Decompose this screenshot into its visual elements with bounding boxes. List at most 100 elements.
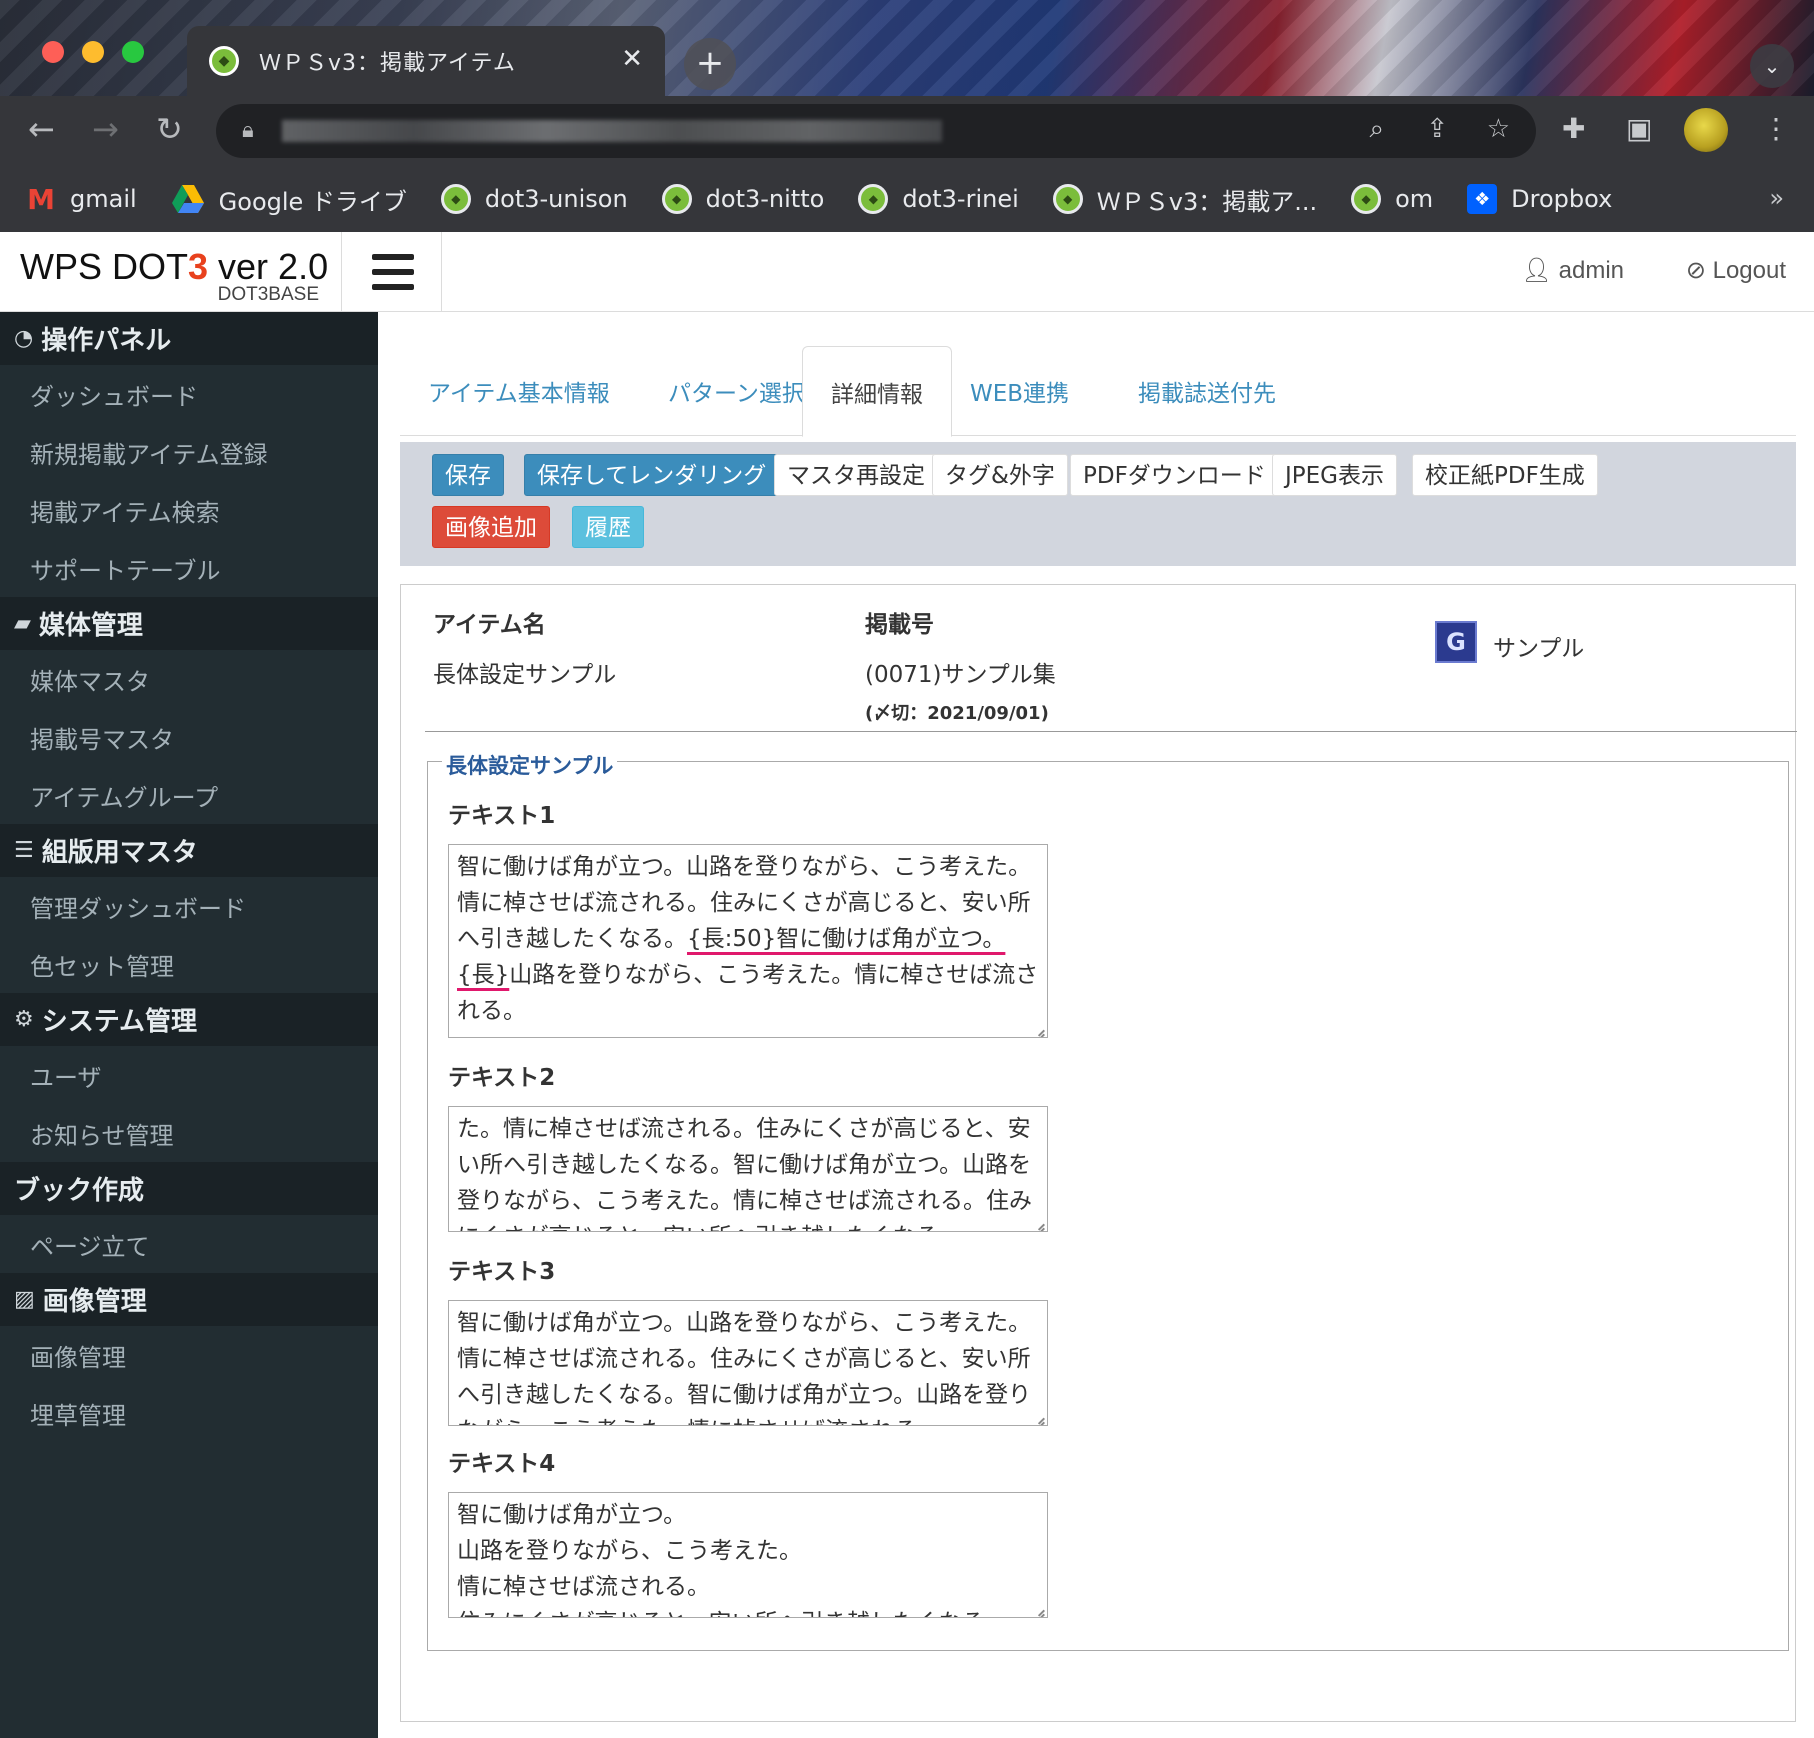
- brand-suffix: ver 2.0: [208, 246, 329, 287]
- action-toolbar: 保存 保存してレンダリング マスタ再設定 タグ&外字 PDFダウンロード JPE…: [400, 442, 1796, 566]
- tab-recipients[interactable]: 掲載誌送付先: [1110, 346, 1304, 436]
- pdf-download-button[interactable]: PDFダウンロード: [1070, 454, 1279, 496]
- sidebar-item-item-group[interactable]: アイテムグループ: [0, 766, 378, 824]
- bookmark-dropbox[interactable]: ❖ Dropbox: [1467, 184, 1612, 214]
- window-zoom-button[interactable]: [122, 41, 144, 63]
- browser-toolbar: ← → ↻ 🔒︎ ⌕ ⇪ ☆ ✚ ▣ ⋮: [0, 96, 1814, 166]
- text4-textarea[interactable]: 智に働けば角が立つ。 山路を登りながら、こう考えた。 情に棹させば流される。 住…: [448, 1492, 1048, 1618]
- reload-icon[interactable]: ↻: [156, 110, 183, 148]
- close-tab-icon[interactable]: ✕: [621, 44, 643, 74]
- brand-logo[interactable]: WPS DOT3 ver 2.0 DOT3BASE: [0, 232, 342, 312]
- bookmark-label: Dropbox: [1511, 185, 1613, 213]
- tab-item-basic-info[interactable]: アイテム基本情報: [400, 346, 638, 436]
- text1-textarea[interactable]: 智に働けば角が立つ。山路を登りながら、こう考えた。情に棹させば流される。住みにく…: [448, 844, 1048, 1038]
- bookmark-dot3-unison[interactable]: ◆ dot3-unison: [440, 184, 628, 214]
- window-minimize-button[interactable]: [82, 41, 104, 63]
- user-icon: 👤︎: [1521, 257, 1552, 284]
- jpeg-view-button[interactable]: JPEG表示: [1272, 454, 1398, 496]
- bookmark-label: dot3-rinei: [902, 185, 1019, 213]
- history-button[interactable]: 履歴: [572, 506, 644, 548]
- extensions-puzzle-icon[interactable]: ✚: [1562, 112, 1585, 145]
- new-tab-button[interactable]: +: [684, 38, 736, 90]
- bookmark-wps-v3[interactable]: ◆ ＷＰＳv3：掲載ア...: [1052, 182, 1318, 217]
- sidebar-item-filler-management[interactable]: 埋草管理: [0, 1384, 378, 1442]
- bookmark-label: om: [1395, 185, 1434, 213]
- search-icon[interactable]: ⌕: [1369, 114, 1384, 145]
- window-close-button[interactable]: [42, 41, 64, 63]
- detail-panel: アイテム名 長体設定サンプル 掲載号 (0071)サンプル集 (〆切：2021/…: [400, 584, 1797, 1722]
- sidebar-group-book: ブック作成: [0, 1162, 378, 1215]
- fieldset-legend: 長体設定サンプル: [442, 750, 618, 780]
- tab-web-link[interactable]: WEB連携: [942, 346, 1097, 436]
- more-bookmarks-chevron[interactable]: »: [1769, 184, 1784, 212]
- resize-grip-icon[interactable]: [1031, 1409, 1045, 1423]
- dot3-favicon-icon: ◆: [858, 184, 889, 214]
- bookmark-label: gmail: [70, 185, 137, 213]
- sidebar-item-notices[interactable]: お知らせ管理: [0, 1104, 378, 1162]
- forward-arrow-icon[interactable]: →: [92, 110, 119, 148]
- add-image-button[interactable]: 画像追加: [432, 506, 550, 548]
- browser-tab-active[interactable]: ◆ ＷＰＳv3：掲載アイテム ✕: [187, 26, 665, 96]
- item-name-label: アイテム名: [433, 612, 546, 638]
- bookmark-om[interactable]: ◆ om: [1351, 184, 1433, 214]
- sidebar-item-color-sets[interactable]: 色セット管理: [0, 935, 378, 993]
- bookmark-dot3-nitto[interactable]: ◆ dot3-nitto: [661, 184, 825, 214]
- bookmark-label: dot3-nitto: [705, 185, 825, 213]
- brand-prefix: WPS DOT: [20, 246, 188, 287]
- info-divider: [425, 731, 1797, 732]
- address-bar[interactable]: 🔒︎ ⌕ ⇪ ☆: [216, 104, 1536, 158]
- resize-grip-icon[interactable]: [1031, 1601, 1045, 1615]
- sidebar-item-image-management[interactable]: 画像管理: [0, 1326, 378, 1384]
- tab-search-chevron-icon[interactable]: ⌄: [1750, 44, 1794, 88]
- logout-link[interactable]: ⊘ Logout: [1686, 256, 1786, 285]
- dot3-favicon-icon: ◆: [209, 46, 239, 76]
- sidebar-group-title: 組版用マスタ: [41, 838, 198, 868]
- book-icon: ▰: [14, 611, 31, 636]
- sidebar-toggle-hamburger-icon[interactable]: [342, 232, 442, 312]
- sidebar-item-pagination[interactable]: ページ立て: [0, 1215, 378, 1273]
- sidebar-group-images: ▨ 画像管理: [0, 1273, 378, 1326]
- sidebar-item-admin-dashboard[interactable]: 管理ダッシュボード: [0, 877, 378, 935]
- proof-pdf-button[interactable]: 校正紙PDF生成: [1412, 454, 1598, 496]
- kebab-menu-icon[interactable]: ⋮: [1762, 112, 1790, 145]
- text3-value: 智に働けば角が立つ。山路を登りながら、こう考えた。情に棹させば流される。住みにく…: [457, 1310, 1032, 1425]
- sidebar-item-users[interactable]: ユーザ: [0, 1046, 378, 1104]
- database-icon: ☰: [14, 838, 34, 863]
- sidebar-item-issue-master[interactable]: 掲載号マスタ: [0, 708, 378, 766]
- group-badge: G: [1435, 621, 1477, 663]
- tags-gaiji-button[interactable]: タグ&外字: [932, 454, 1068, 496]
- image-icon: ▨: [14, 1287, 35, 1312]
- sidebar-group-operation-panel: ◔ 操作パネル: [0, 312, 378, 365]
- master-reset-button[interactable]: マスタ再設定: [774, 454, 938, 496]
- share-icon[interactable]: ⇪: [1426, 114, 1448, 144]
- resize-grip-icon[interactable]: [1031, 1215, 1045, 1229]
- cogs-icon: ⚙: [14, 1007, 34, 1032]
- back-arrow-icon[interactable]: ←: [28, 110, 55, 148]
- sidebar-item-support-table[interactable]: サポートテーブル: [0, 539, 378, 597]
- bookmark-dot3-rinei[interactable]: ◆ dot3-rinei: [858, 184, 1019, 214]
- side-panel-icon[interactable]: ▣: [1626, 112, 1652, 145]
- text2-textarea[interactable]: た。情に棹させば流される。住みにくさが高じると、安い所へ引き越したくなる。智に働…: [448, 1106, 1048, 1232]
- bookmark-google-drive[interactable]: Google ドライブ: [171, 182, 407, 217]
- bookmark-label: ＷＰＳv3：掲載ア...: [1096, 187, 1318, 216]
- text3-textarea[interactable]: 智に働けば角が立つ。山路を登りながら、こう考えた。情に棹させば流される。住みにく…: [448, 1300, 1048, 1426]
- save-button[interactable]: 保存: [432, 454, 504, 496]
- user-menu[interactable]: 👤︎ admin: [1521, 256, 1624, 285]
- sidebar-item-dashboard[interactable]: ダッシュボード: [0, 365, 378, 423]
- lock-icon[interactable]: 🔒︎: [242, 118, 254, 143]
- text2-value: た。情に棹させば流される。住みにくさが高じると、安い所へ引き越したくなる。智に働…: [457, 1116, 1032, 1231]
- profile-avatar[interactable]: [1684, 108, 1728, 152]
- bookmark-star-icon[interactable]: ☆: [1487, 114, 1510, 144]
- sidebar-item-media-master[interactable]: 媒体マスタ: [0, 650, 378, 708]
- text4-value: 智に働けば角が立つ。 山路を登りながら、こう考えた。 情に棹させば流される。 住…: [457, 1502, 1008, 1617]
- sidebar-item-item-search[interactable]: 掲載アイテム検索: [0, 481, 378, 539]
- dot3-favicon-icon: ◆: [661, 184, 692, 214]
- sidebar-group-system: ⚙ システム管理: [0, 993, 378, 1046]
- bookmark-gmail[interactable]: M gmail: [26, 183, 137, 216]
- bookmarks-bar: M gmail Google ドライブ ◆ dot3-unison ◆ dot3…: [0, 166, 1814, 232]
- sidebar-item-new-item[interactable]: 新規掲載アイテム登録: [0, 423, 378, 481]
- tab-detail-info[interactable]: 詳細情報: [802, 346, 952, 437]
- text4-label: テキスト4: [448, 1451, 556, 1477]
- resize-grip-icon[interactable]: [1031, 1021, 1045, 1035]
- save-and-render-button[interactable]: 保存してレンダリング: [524, 454, 780, 496]
